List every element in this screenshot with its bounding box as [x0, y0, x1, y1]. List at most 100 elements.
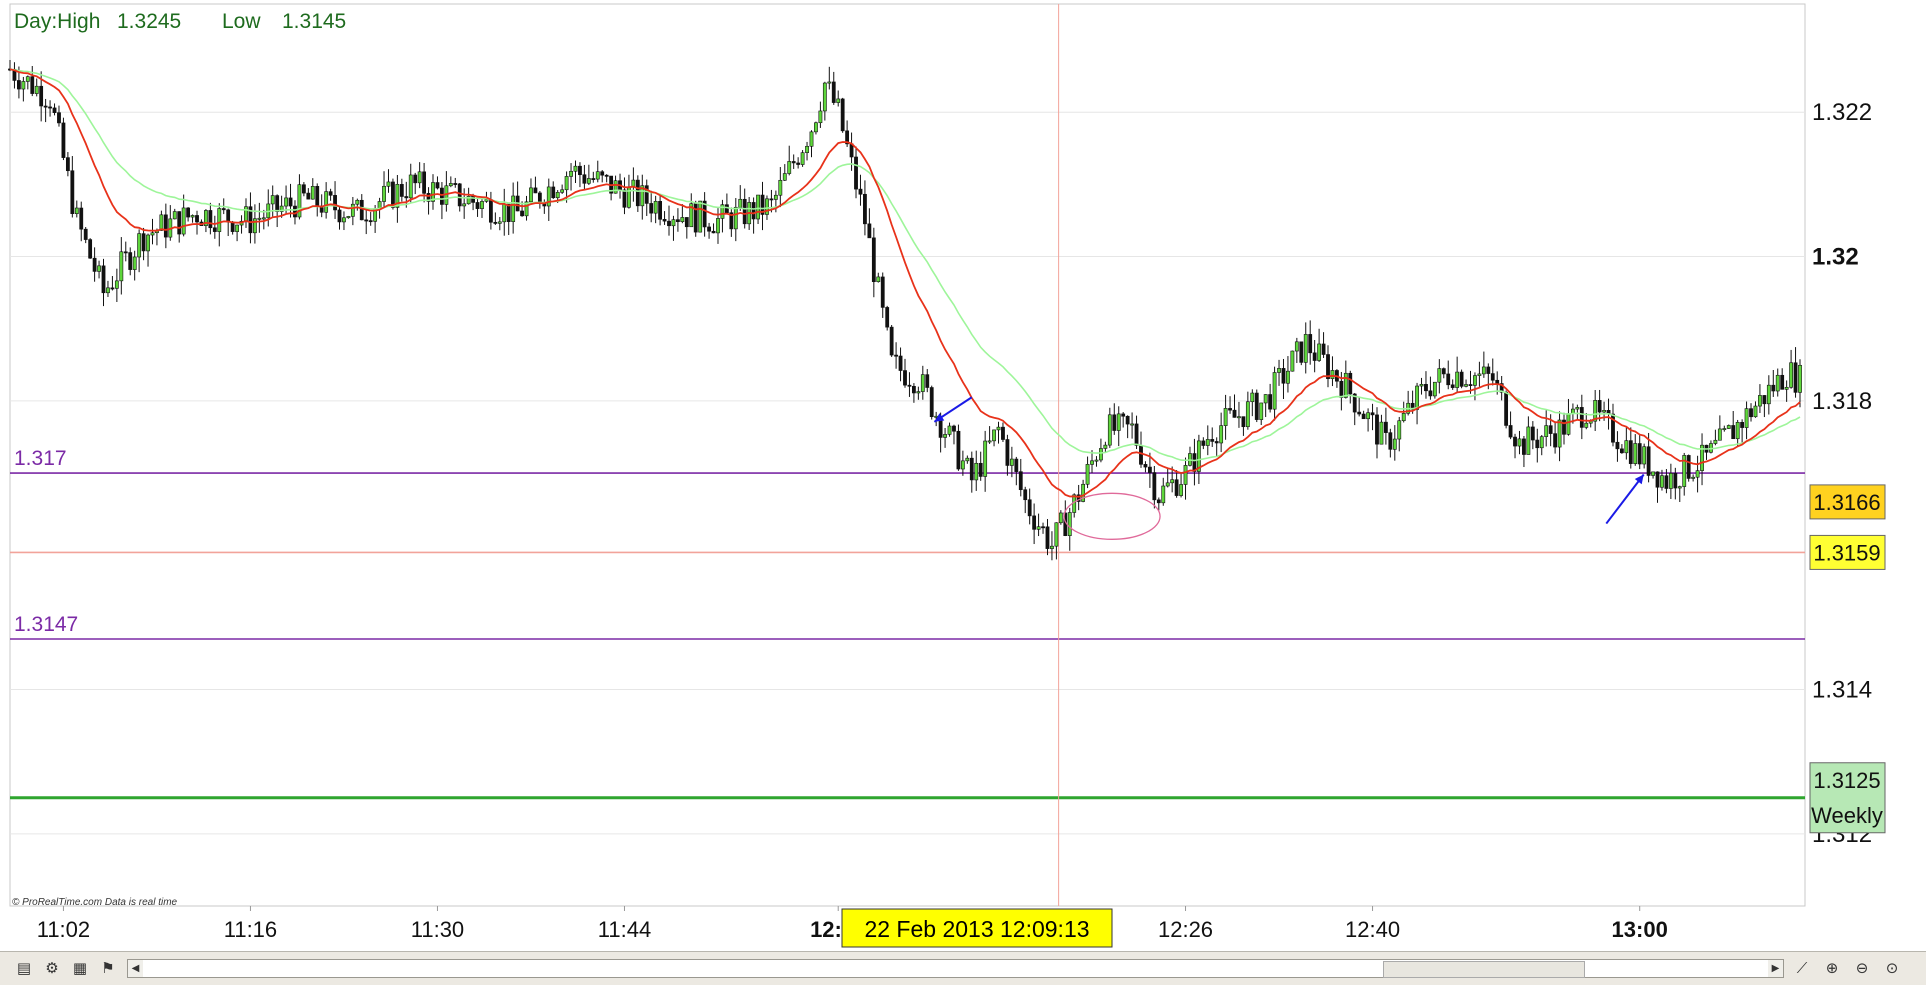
candle-body: [1615, 441, 1620, 450]
candle-body: [1268, 394, 1273, 410]
candle-body: [128, 252, 133, 270]
indicators-icon[interactable]: ⚙: [42, 958, 62, 978]
candle-body: [328, 191, 333, 196]
horizontal-scrollbar[interactable]: ◀ ▶: [127, 959, 1784, 978]
candle-body: [17, 80, 21, 90]
candle-body: [751, 202, 756, 220]
candle-body: [453, 183, 458, 185]
chart-icon[interactable]: ▤: [14, 958, 34, 978]
candle-body: [822, 82, 827, 112]
zoom-in-icon[interactable]: ⊕: [1822, 958, 1842, 978]
candle-body: [386, 181, 391, 187]
calculator-icon[interactable]: ▦: [70, 958, 90, 978]
candle-body: [1018, 471, 1023, 491]
candle-body: [440, 187, 444, 205]
candle-body: [74, 207, 79, 214]
candle-body: [573, 165, 578, 172]
candle-body: [1001, 426, 1005, 440]
ruler-icon[interactable]: ⟋: [1792, 958, 1812, 978]
candle-body: [578, 165, 582, 176]
candle-body: [1326, 354, 1330, 379]
scroll-thumb[interactable]: [1383, 961, 1585, 978]
candle-body: [978, 462, 983, 477]
candle-body: [782, 173, 787, 181]
flag-icon[interactable]: ⚑: [98, 958, 118, 978]
candle-body: [831, 81, 836, 103]
candle-body: [1045, 526, 1050, 549]
candle-body: [1303, 334, 1308, 363]
x-tick-label: 12:26: [1158, 917, 1213, 942]
candle-body: [1330, 370, 1335, 379]
scroll-right-icon[interactable]: ▶: [1768, 960, 1783, 977]
candle-body: [1508, 425, 1513, 438]
candle-body: [1735, 422, 1740, 440]
candle-body: [1245, 401, 1250, 428]
candle-body: [1054, 522, 1059, 547]
candle-body: [1366, 412, 1370, 420]
candle-body: [564, 176, 569, 191]
candle-body: [83, 228, 88, 240]
candle-body: [876, 276, 881, 283]
candle-body: [1388, 432, 1393, 450]
candle-body: [48, 106, 52, 109]
candle-body: [1771, 384, 1776, 392]
header-day-label: Day:High: [14, 10, 100, 33]
candle-body: [591, 178, 596, 180]
candle-body: [1513, 436, 1517, 447]
candle-body: [1668, 473, 1673, 489]
candle-body: [1486, 366, 1491, 374]
candle-body: [141, 233, 146, 252]
candle-body: [1219, 425, 1224, 444]
candle-body: [30, 76, 35, 94]
price-chart[interactable]: 1.3171.3147 1.3221.321.3181.3141.31211:0…: [0, 0, 1926, 984]
candle-body: [1343, 372, 1348, 398]
candle-body: [1633, 443, 1638, 464]
candle-body: [65, 157, 70, 172]
price-tag-label: 1.3125: [1813, 768, 1880, 793]
candle-body: [310, 186, 315, 200]
candles: [8, 60, 1802, 561]
candle-body: [235, 224, 239, 232]
candle-body: [1468, 384, 1473, 386]
candle-body: [1530, 426, 1535, 441]
candle-body: [533, 187, 538, 194]
candle-body: [1553, 433, 1558, 448]
candle-body: [1789, 362, 1793, 388]
candle-body: [97, 265, 101, 272]
zoom-out-icon[interactable]: ⊖: [1852, 958, 1872, 978]
candle-body: [867, 223, 872, 239]
candle-body: [1317, 343, 1322, 361]
candle-body: [858, 188, 863, 195]
candle-body: [960, 460, 965, 470]
candle-body: [342, 217, 346, 223]
candle-body: [773, 194, 778, 200]
candle-body: [947, 425, 952, 435]
candle-body: [1112, 414, 1117, 431]
candle-body: [1548, 425, 1553, 434]
candle-body: [916, 391, 921, 394]
candle-body: [1067, 512, 1072, 536]
candle-body: [132, 256, 137, 270]
zoom-reset-icon[interactable]: ⊙: [1882, 958, 1902, 978]
header-high: 1.3245: [117, 10, 181, 33]
candle-body: [346, 216, 351, 219]
candle-body: [983, 440, 988, 477]
candle-body: [791, 161, 796, 164]
candle-body: [658, 201, 663, 220]
scroll-left-icon[interactable]: ◀: [128, 960, 143, 977]
candle-body: [667, 220, 671, 227]
candle-body: [1094, 459, 1099, 462]
candle-body: [57, 112, 61, 124]
candle-body: [1116, 413, 1121, 431]
candle-body: [488, 199, 493, 223]
candle-body: [1179, 484, 1183, 496]
candle-body: [987, 440, 992, 443]
candle-body: [457, 183, 462, 207]
candle-body: [315, 186, 320, 207]
candle-body: [221, 208, 226, 211]
candle-body: [43, 105, 48, 108]
candle-body: [871, 237, 876, 283]
candle-body: [1174, 479, 1179, 496]
header-low-label: Low: [222, 10, 261, 33]
candle-body: [1504, 391, 1509, 426]
